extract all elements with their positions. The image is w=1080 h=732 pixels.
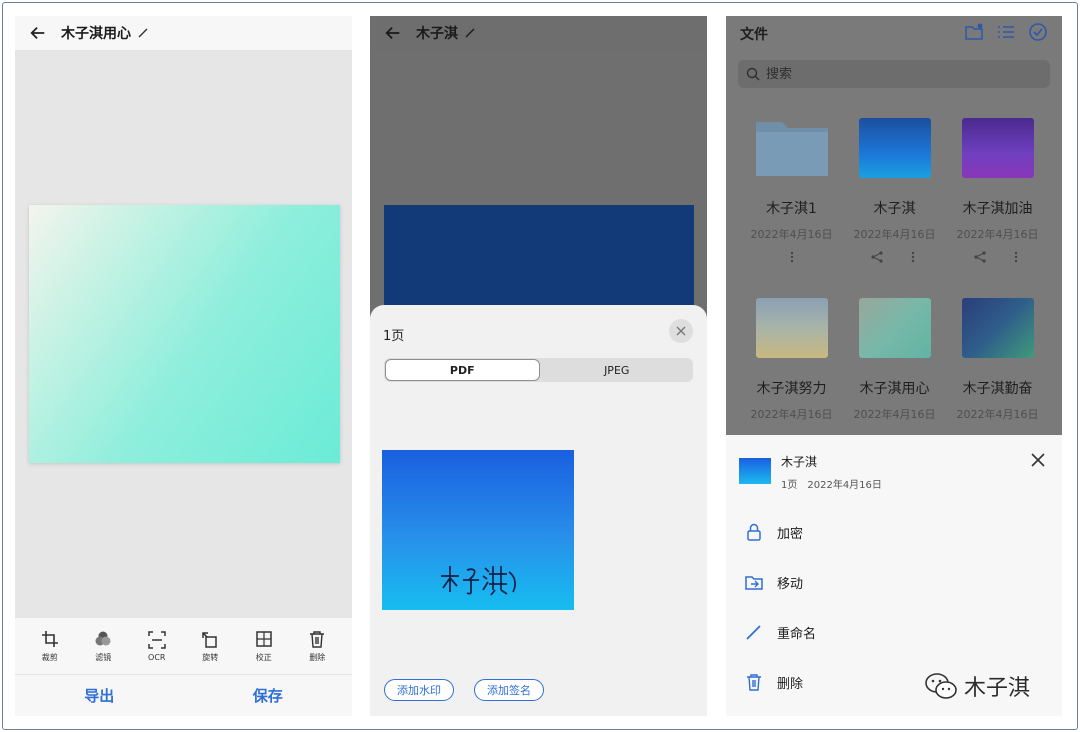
add-signature-button[interactable]: 添加签名 (474, 679, 544, 701)
pencil-icon (746, 625, 761, 640)
format-segmented-control: PDF JPEG (384, 358, 693, 382)
crop-tool-button[interactable]: 裁剪 (26, 630, 74, 663)
watermark-text: 木子淇 (964, 676, 1031, 701)
export-topbar: 木子淇 (370, 16, 707, 50)
trash-icon (310, 630, 325, 648)
ocr-icon (148, 630, 166, 649)
filter-tool-button[interactable]: 滤镜 (79, 630, 127, 663)
format-option-jpeg[interactable]: JPEG (541, 358, 694, 382)
delete-tool-button[interactable]: 删除 (293, 630, 341, 663)
export-bottom-sheet: 1页 PDF JPEG 添加水印 添加签名 (370, 305, 707, 716)
ocr-tool-button[interactable]: OCR (133, 630, 181, 662)
filter-icon (95, 631, 111, 645)
menu-item-move[interactable]: 移动 (726, 557, 1062, 607)
edit-title-pencil-icon[interactable] (464, 27, 476, 39)
share-icon[interactable] (870, 250, 884, 264)
files-toolbar (964, 22, 1048, 42)
close-sheet-button[interactable] (669, 319, 693, 343)
dimmed-page-image (384, 205, 694, 315)
rotate-icon (202, 631, 217, 648)
wechat-watermark: 木子淇 (924, 670, 1030, 702)
file-thumbnail (961, 118, 1034, 178)
rotate-tool-button[interactable]: 旋转 (186, 630, 234, 663)
document-title: 木子淇 (416, 26, 458, 42)
export-button[interactable]: 导出 (15, 685, 184, 706)
correct-tool-button[interactable]: 校正 (240, 630, 288, 663)
scanned-page-image[interactable] (29, 205, 340, 463)
select-check-icon[interactable] (1028, 22, 1048, 42)
files-title: 文件 (740, 27, 768, 43)
editor-panel: 木子淇用心 裁剪 滤镜 OCR 旋转 校正 删除 导出 保存 (15, 16, 352, 716)
folder-icon (755, 122, 828, 176)
file-item[interactable]: 木子淇 2022年4月16日 (843, 110, 946, 278)
page-count-label: 1页 (383, 329, 405, 344)
menu-item-encrypt[interactable]: 加密 (726, 507, 1062, 557)
back-arrow-icon[interactable] (29, 24, 47, 42)
more-icon[interactable] (906, 250, 920, 264)
file-item[interactable]: 木子淇加油 2022年4月16日 (946, 110, 1049, 278)
correct-icon (256, 630, 272, 647)
file-thumbnail (858, 118, 931, 178)
file-thumbnail (961, 298, 1034, 358)
search-icon (746, 67, 760, 81)
scan-workspace (15, 50, 352, 618)
file-search-box (738, 60, 1050, 88)
editor-topbar: 木子淇用心 (15, 16, 352, 50)
more-icon[interactable] (785, 250, 799, 264)
export-panel: 木子淇 1页 PDF JPEG 添加水印 添加签名 (370, 16, 707, 716)
handwritten-signature (441, 566, 516, 596)
export-preview-image (382, 450, 574, 610)
close-icon[interactable] (1030, 452, 1046, 468)
trash-icon (747, 674, 761, 691)
wechat-logo-icon (925, 673, 957, 699)
file-grid: 木子淇1 2022年4月16日 木子淇 2022年4月16日 木子淇加油 202… (740, 110, 1050, 458)
selected-file-name: 木子淇 (781, 455, 818, 469)
file-thumbnail (858, 298, 931, 358)
selected-file-thumbnail (739, 458, 771, 484)
crop-icon (41, 630, 58, 647)
file-item[interactable]: 木子淇努力 2022年4月16日 (740, 290, 843, 458)
close-icon (676, 326, 686, 336)
search-input[interactable] (766, 66, 1026, 82)
back-arrow-icon[interactable] (384, 24, 402, 42)
file-item[interactable]: 木子淇勤奋 2022年4月16日 (946, 290, 1049, 458)
file-item[interactable]: 木子淇1 2022年4月16日 (740, 110, 843, 278)
add-watermark-button[interactable]: 添加水印 (384, 679, 454, 701)
save-button[interactable]: 保存 (184, 685, 353, 706)
editor-action-bar: 导出 保存 (15, 674, 352, 716)
edit-title-pencil-icon[interactable] (137, 27, 149, 39)
file-item[interactable]: 木子淇用心 2022年4月16日 (843, 290, 946, 458)
edit-toolbar: 裁剪 滤镜 OCR 旋转 校正 删除 (15, 618, 352, 674)
list-view-icon[interactable] (996, 22, 1016, 42)
files-panel: 文件 木子淇1 2022年4月16日 木子淇 (726, 16, 1062, 716)
new-folder-icon[interactable] (964, 22, 984, 42)
lock-icon (747, 523, 761, 541)
more-icon[interactable] (1009, 250, 1023, 264)
share-icon[interactable] (973, 250, 987, 264)
move-folder-icon (745, 576, 763, 590)
selected-file-header: 木子淇 1页 2022年4月16日 (739, 453, 882, 491)
format-option-pdf[interactable]: PDF (385, 359, 540, 381)
selected-file-meta: 1页 2022年4月16日 (781, 480, 882, 491)
file-thumbnail (755, 298, 828, 358)
menu-item-rename[interactable]: 重命名 (726, 607, 1062, 657)
document-title: 木子淇用心 (61, 26, 131, 42)
dimmed-file-browser: 文件 木子淇1 2022年4月16日 木子淇 (726, 16, 1062, 435)
